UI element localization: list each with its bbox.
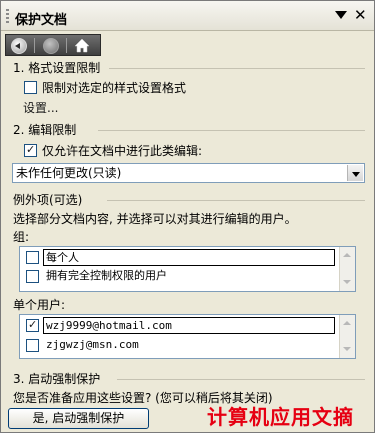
individual-checkbox[interactable]: [26, 318, 39, 332]
editing-type-value: 未作任何更改(只读): [16, 166, 122, 180]
section3-heading: 3. 启动强制保护: [13, 372, 101, 386]
pane-title: 保护文档: [15, 13, 68, 28]
exceptions-description: 选择部分文档内容, 并选择可以对其进行编辑的用户。: [13, 212, 297, 226]
groups-list[interactable]: 每个人 拥有完全控制权限的用户: [19, 246, 356, 292]
chevron-down-icon[interactable]: [347, 165, 363, 181]
toolbar-separator: [66, 38, 67, 53]
pane-nav-toolbar: [5, 34, 101, 56]
allow-editing-type-label: 仅允许在文档中进行此类编辑:: [42, 144, 203, 158]
section-divider: [98, 130, 365, 131]
pane-title-bar: 保护文档 ✕: [1, 1, 374, 31]
individual-hotmail-label: wzj9999@hotmail.com: [46, 319, 172, 332]
section-divider: [117, 379, 365, 380]
scroll-down-icon[interactable]: [342, 277, 353, 288]
individuals-label: 单个用户:: [13, 298, 66, 312]
scroll-up-icon[interactable]: [342, 318, 353, 329]
start-enforcing-button[interactable]: 是, 启动强制保护: [8, 408, 149, 429]
section-divider: [109, 68, 365, 69]
scroll-down-icon[interactable]: [342, 344, 353, 355]
drag-grip[interactable]: [6, 9, 9, 25]
editing-type-select[interactable]: 未作任何更改(只读): [12, 163, 365, 183]
restrict-formatting-label: 限制对选定的样式设置格式: [42, 81, 187, 95]
section1-heading: 1. 格式设置限制: [13, 61, 101, 75]
individual-msn-label: zjgwzj@msn.com: [46, 338, 139, 351]
formatting-settings-link[interactable]: 设置...: [23, 101, 58, 115]
forward-button[interactable]: [43, 38, 59, 54]
pane-menu-dropdown-icon[interactable]: [335, 11, 347, 19]
group-full-control-label: 拥有完全控制权限的用户: [46, 269, 167, 282]
section2-heading: 2. 编辑限制: [13, 123, 77, 137]
scroll-up-icon[interactable]: [342, 250, 353, 261]
list-item-focus-box: [43, 249, 335, 266]
toolbar-separator: [34, 38, 35, 53]
groups-scrollbar[interactable]: [339, 247, 355, 291]
restrict-formatting-checkbox[interactable]: [24, 81, 37, 94]
group-checkbox[interactable]: [26, 270, 39, 283]
group-everyone-label: 每个人: [46, 251, 79, 264]
close-icon[interactable]: ✕: [354, 7, 367, 23]
back-button[interactable]: [11, 38, 27, 54]
section-divider: [107, 200, 365, 201]
home-icon[interactable]: [74, 38, 90, 53]
individuals-scrollbar[interactable]: [339, 315, 355, 358]
protect-document-pane: 保护文档 ✕ 1. 格式设置限制 限制对选定的样式设置格式 设置... 2. 编…: [0, 0, 375, 433]
group-checkbox[interactable]: [26, 251, 39, 264]
individuals-list[interactable]: wzj9999@hotmail.com zjgwzj@msn.com: [19, 314, 356, 359]
enforcement-description: 您是否准备应用这些设置? (您可以稍后将其关闭): [13, 391, 273, 405]
exceptions-heading: 例外项(可选): [13, 193, 83, 207]
individual-checkbox[interactable]: [26, 339, 39, 352]
groups-label: 组:: [13, 230, 30, 244]
watermark-text: 计算机应用文摘: [207, 405, 354, 429]
allow-editing-type-checkbox[interactable]: [24, 143, 37, 157]
